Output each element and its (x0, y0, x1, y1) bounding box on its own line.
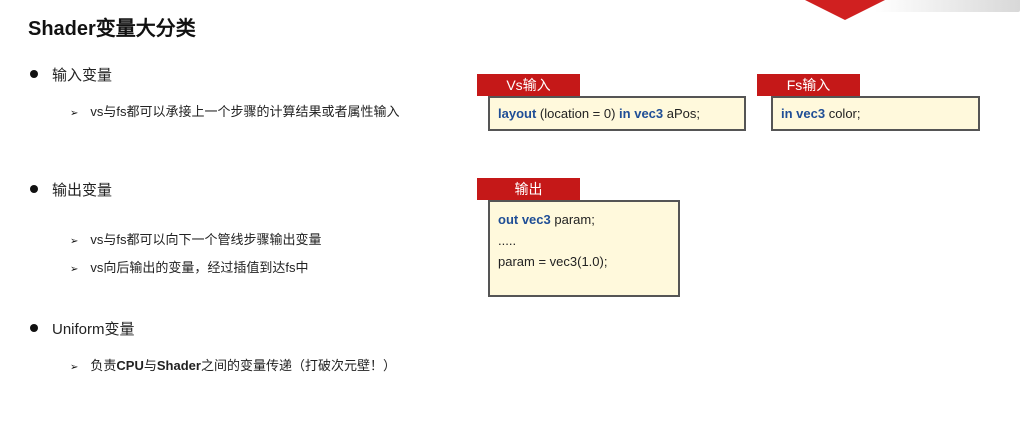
sub-item-text: 与 (143, 358, 157, 373)
arrow-bullet-icon: ➢ (70, 108, 79, 119)
arrow-bullet-icon: ➢ (70, 264, 79, 275)
code-line: layout (location = 0) in vec3 aPos; (498, 103, 736, 124)
code-line: param = vec3(1.0); (498, 254, 608, 269)
code-block-fs-input: in vec3 color; (771, 96, 980, 131)
bullet-input-variables: 输入变量 (30, 64, 112, 85)
sub-item: ➢ vs与fs都可以承接上一个步骤的计算结果或者属性输入 (70, 101, 400, 120)
bullet-dot-icon (30, 70, 38, 79)
code-line: in vec3 color; (781, 103, 970, 124)
sub-item-text: vs与fs都可以承接上一个步骤的计算结果或者属性输入 (90, 104, 400, 119)
sub-item: ➢ vs向后输出的变量，经过插值到达fs中 (70, 257, 309, 276)
code-keyword: in vec3 (781, 106, 826, 121)
sub-item-text: 负责 (90, 358, 117, 373)
arrow-bullet-icon: ➢ (70, 236, 79, 247)
code-text: color; (825, 106, 861, 121)
code-keyword: layout (498, 106, 537, 121)
tab-fs-input: Fs输入 (757, 74, 860, 96)
arrow-bullet-icon: ➢ (70, 362, 79, 373)
bullet-uniform-variables: Uniform变量 (30, 318, 135, 339)
bullet-label: Uniform变量 (52, 321, 135, 338)
sub-item-bold: CPU (116, 358, 144, 373)
corner-red-triangle (805, 0, 885, 20)
code-line: ..... (498, 233, 517, 248)
code-text: param; (550, 212, 595, 227)
code-block-vs-input: layout (location = 0) in vec3 aPos; (488, 96, 746, 131)
sub-item-bold: Shader (156, 358, 201, 373)
bullet-label: 输出变量 (52, 182, 113, 199)
sub-item-text: 之间的变量传递（打破次元壁！） (200, 358, 396, 373)
sub-item: ➢ vs与fs都可以向下一个管线步骤输出变量 (70, 229, 322, 248)
sub-item: ➢ 负责CPU与Shader之间的变量传递（打破次元壁！） (70, 355, 396, 374)
code-text: aPos; (663, 106, 700, 121)
sub-item-text: vs与fs都可以向下一个管线步骤输出变量 (90, 232, 322, 247)
bullet-output-variables: 输出变量 (30, 179, 112, 200)
bullet-label: 输入变量 (52, 67, 113, 84)
bullet-dot-icon (30, 324, 38, 333)
tab-vs-input: Vs输入 (477, 74, 580, 96)
watermark-logo (875, 0, 1020, 12)
code-text: (location = 0) (536, 106, 620, 121)
code-keyword: in vec3 (619, 106, 664, 121)
code-keyword: out vec3 (498, 212, 551, 227)
tab-output: 输出 (477, 178, 580, 200)
code-block-output: out vec3 param; ..... param = vec3(1.0); (488, 200, 680, 297)
sub-item-text: vs向后输出的变量，经过插值到达fs中 (90, 260, 309, 275)
code-line: out vec3 param; (498, 209, 670, 230)
bullet-dot-icon (30, 185, 38, 194)
slide-title: Shader变量大分类 (28, 18, 196, 40)
